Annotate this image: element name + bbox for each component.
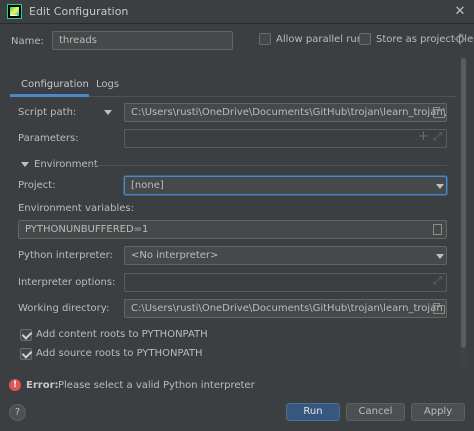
error-message: Please select a valid Python interpreter [58, 380, 255, 391]
section-divider [89, 165, 447, 166]
error-prefix: Error: [26, 380, 59, 391]
working-directory-label: Working directory: [18, 303, 110, 314]
env-vars-label: Environment variables: [18, 203, 134, 214]
script-type-dropdown-icon[interactable] [104, 110, 112, 115]
pycharm-logo-icon [7, 4, 22, 19]
env-vars-field[interactable]: PYTHONUNBUFFERED=1 [18, 220, 447, 239]
interpreter-dropdown-icon[interactable] [436, 254, 444, 259]
content-roots-checkbox[interactable] [20, 329, 32, 341]
help-button[interactable]: ? [9, 404, 26, 421]
window-title: Edit Configuration [29, 5, 129, 18]
interpreter-options-field[interactable] [124, 273, 447, 292]
working-directory-field[interactable]: C:\Users\rusti\OneDrive\Documents\GitHub… [124, 299, 447, 318]
project-dropdown-icon[interactable] [436, 184, 444, 189]
edit-env-vars-icon[interactable] [433, 224, 442, 235]
name-label: Name: [11, 36, 44, 47]
cancel-button[interactable]: Cancel [346, 403, 405, 421]
allow-parallel-label: Allow parallel run [276, 34, 364, 45]
store-project-checkbox[interactable] [359, 33, 371, 45]
expand-options-icon[interactable]: ⤢ [433, 274, 442, 288]
apply-button[interactable]: Apply [411, 403, 465, 421]
python-interpreter-label: Python interpreter: [18, 250, 113, 261]
tab-logs[interactable]: Logs [96, 79, 119, 90]
project-label: Project: [18, 180, 56, 191]
environment-collapse-icon[interactable] [21, 162, 29, 167]
script-path-label: Script path: [18, 107, 77, 118]
run-button[interactable]: Run [286, 403, 340, 421]
scrollbar-thumb[interactable] [461, 58, 466, 348]
content-roots-label: Add content roots to PYTHONPATH [36, 329, 208, 340]
name-field[interactable]: threads [52, 31, 233, 50]
plus-icon[interactable]: + [418, 129, 429, 144]
close-button[interactable]: ✕ [446, 0, 474, 24]
interpreter-options-label: Interpreter options: [18, 277, 116, 288]
allow-parallel-checkbox[interactable] [259, 33, 271, 45]
python-interpreter-select[interactable]: <No interpreter> [124, 246, 447, 265]
parameters-field[interactable] [124, 129, 447, 148]
source-roots-checkbox[interactable] [20, 348, 32, 360]
expand-icon[interactable]: ⤢ [433, 130, 442, 144]
gear-icon[interactable] [454, 33, 466, 45]
browse-folder-icon[interactable] [433, 107, 445, 118]
error-icon: ! [9, 379, 21, 391]
source-roots-label: Add source roots to PYTHONPATH [36, 348, 203, 359]
parameters-label: Parameters: [18, 133, 79, 144]
project-select[interactable]: [none] [124, 176, 447, 195]
browse-workdir-icon[interactable] [433, 303, 445, 314]
script-path-field[interactable]: C:\Users\rusti\OneDrive\Documents\GitHub… [124, 103, 447, 122]
tab-configuration[interactable]: Configuration [21, 79, 89, 90]
